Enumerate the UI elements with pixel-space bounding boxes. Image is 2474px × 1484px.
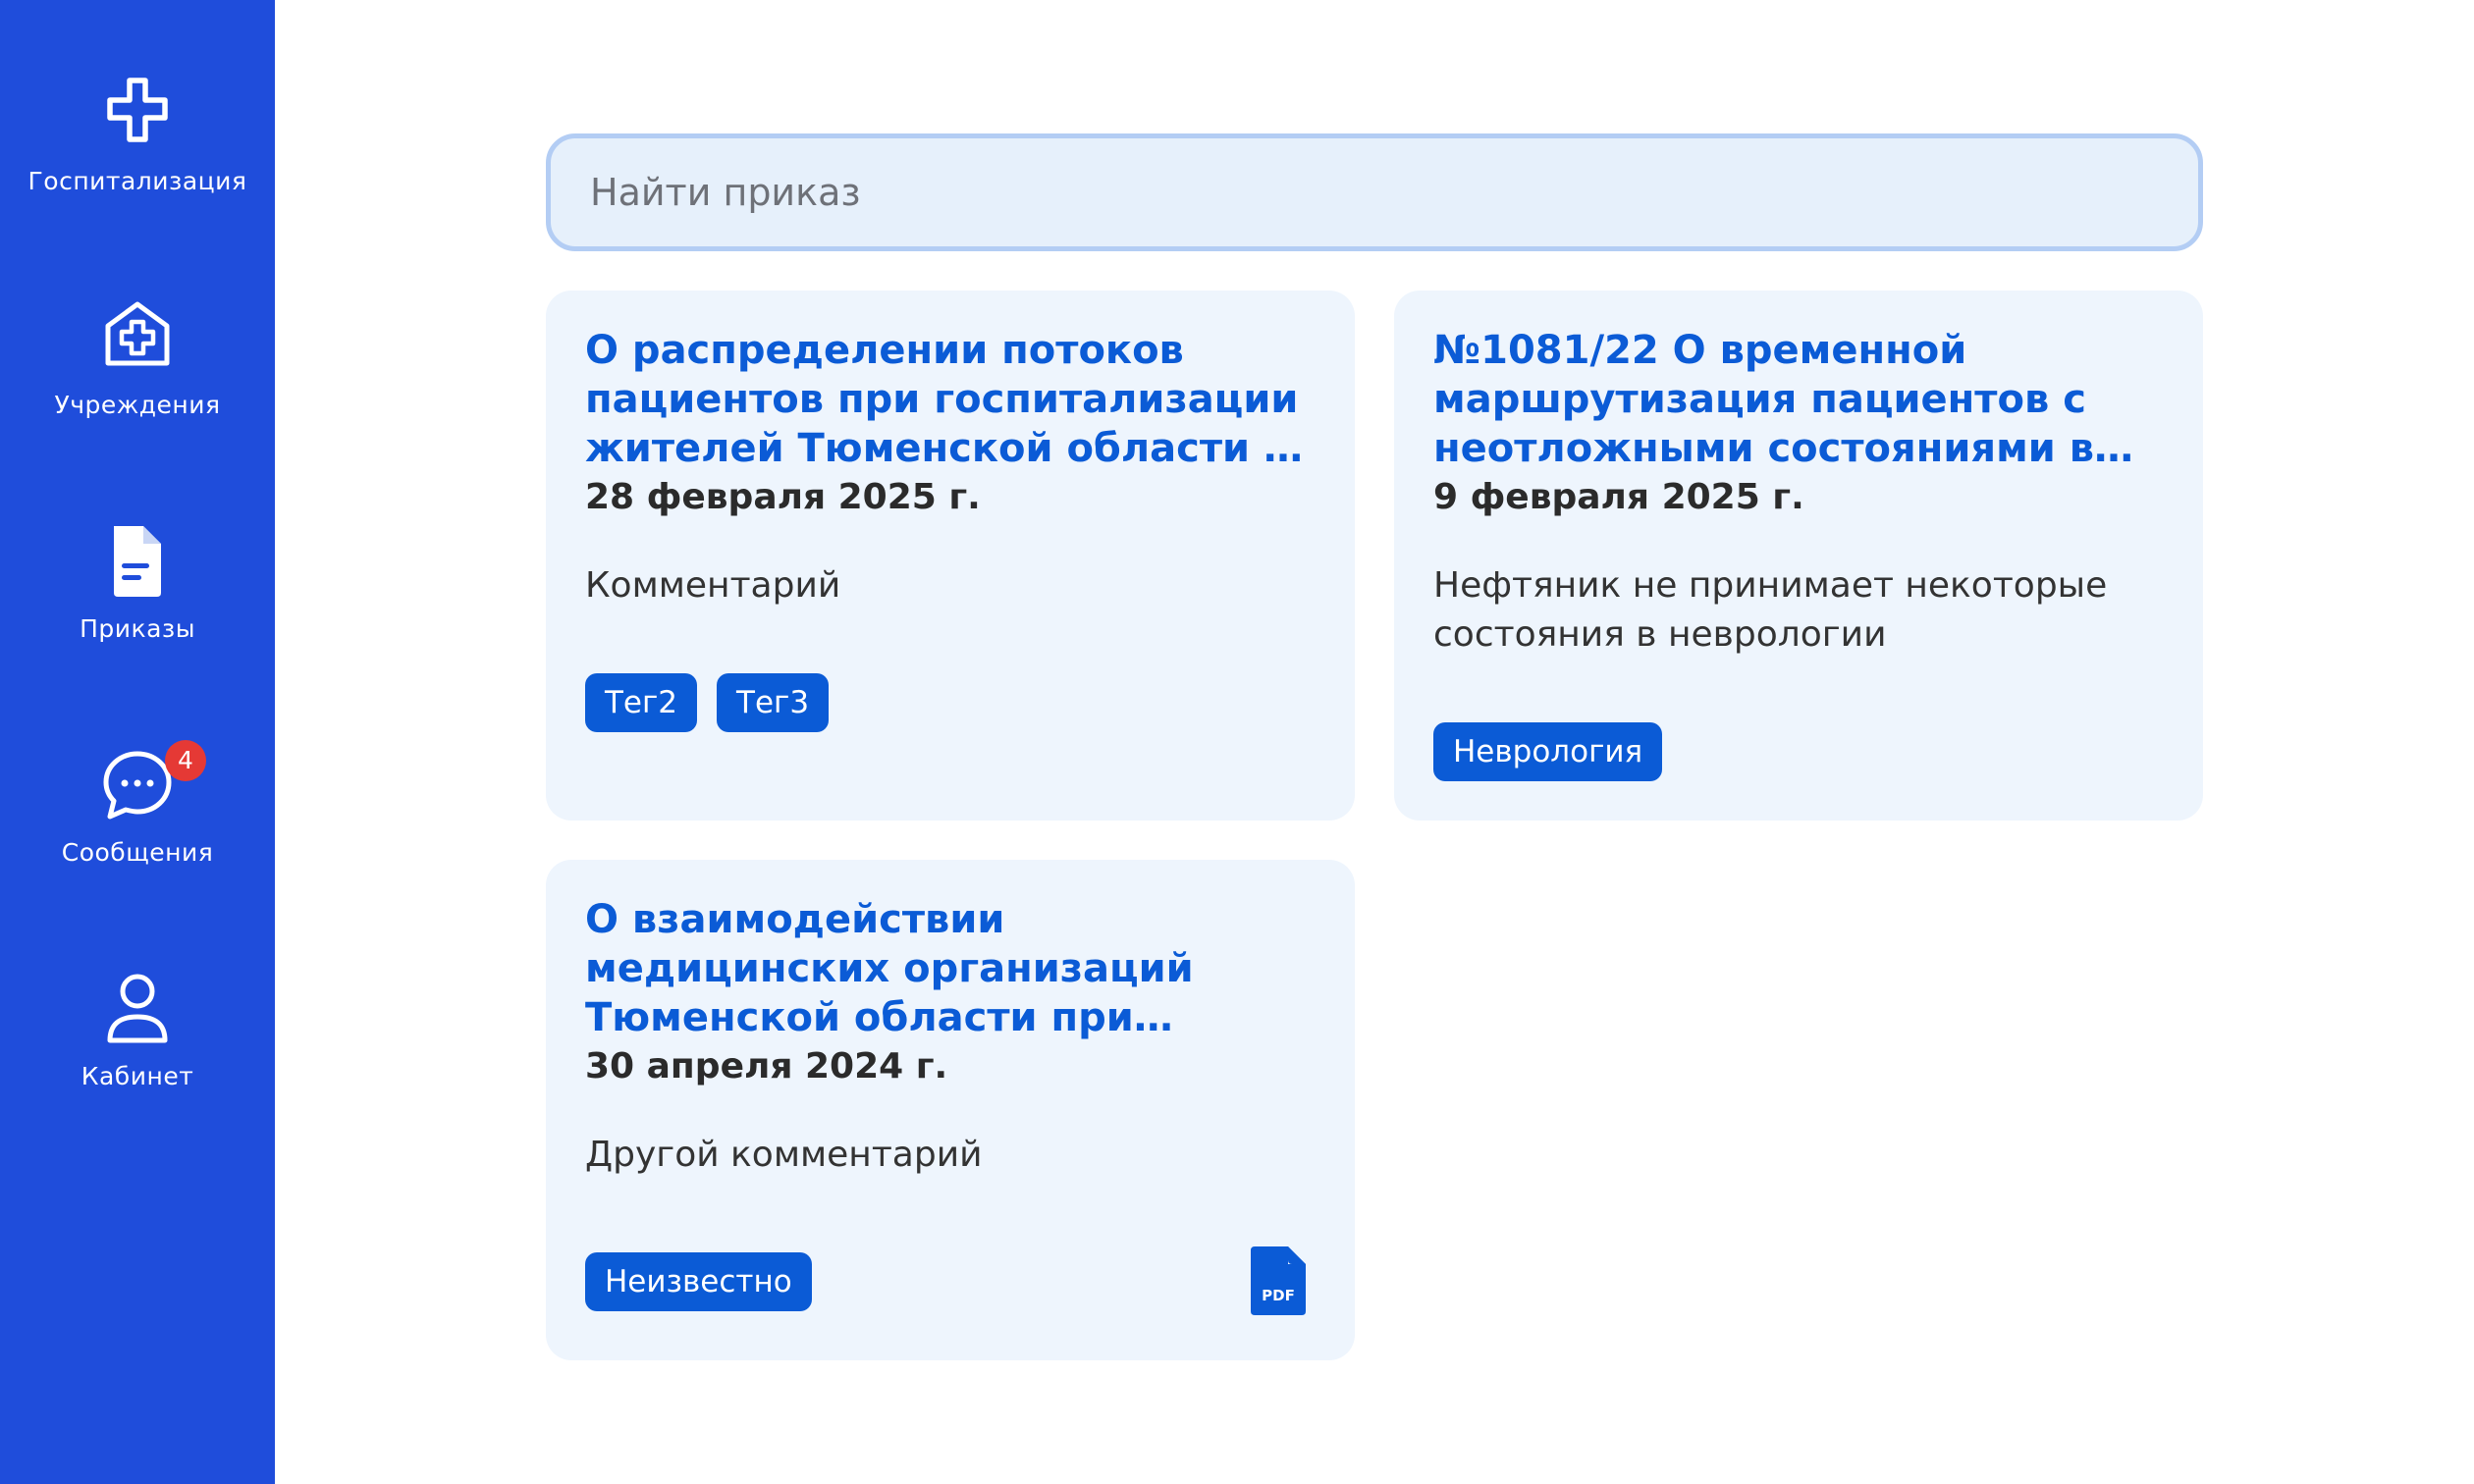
- order-date: 9 февраля 2025 г.: [1433, 477, 1804, 517]
- search-input[interactable]: [546, 133, 2203, 251]
- chat-icon: 4: [98, 740, 206, 824]
- sidebar-item-label: Приказы: [80, 614, 195, 643]
- tag-list: Тег2 Тег3: [585, 673, 830, 732]
- tag-list: Неизвестно: [585, 1252, 812, 1311]
- order-card[interactable]: О взаимодействии медицинских организаций…: [546, 860, 1355, 1360]
- sidebar-item-orders[interactable]: Приказы: [0, 522, 275, 679]
- document-icon: [98, 522, 177, 601]
- order-card[interactable]: О распределении потоков пациентов при го…: [546, 291, 1355, 821]
- order-date: 28 февраля 2025 г.: [585, 477, 981, 517]
- order-card[interactable]: №1081/22 О временной маршрутизация пацие…: [1394, 291, 2203, 821]
- sidebar-item-label: Учреждения: [54, 391, 221, 419]
- medical-cross-icon: [98, 75, 177, 153]
- tag[interactable]: Неврология: [1433, 722, 1663, 781]
- pdf-label: PDF: [1262, 1287, 1295, 1304]
- sidebar-item-label: Госпитализация: [27, 167, 247, 195]
- order-title[interactable]: №1081/22 О временной маршрутизация пацие…: [1433, 326, 2166, 473]
- sidebar-item-institutions[interactable]: Учреждения: [0, 298, 275, 455]
- sidebar-item-cabinet[interactable]: Кабинет: [0, 970, 275, 1127]
- order-comment: Другой комментарий: [585, 1135, 983, 1175]
- sidebar-item-hospitalization[interactable]: Госпитализация: [0, 75, 275, 232]
- sidebar: Госпитализация Учреждения Приказы 4 Сооб…: [0, 0, 275, 1484]
- unread-badge: 4: [165, 740, 206, 781]
- tag-list: Неврология: [1433, 722, 1663, 781]
- sidebar-item-messages[interactable]: 4 Сообщения: [0, 740, 275, 903]
- order-comment: Нефтяник не принимает некоторые состояни…: [1433, 565, 2108, 655]
- order-comment: Комментарий: [585, 565, 841, 606]
- sidebar-item-label: Кабинет: [81, 1062, 194, 1090]
- tag[interactable]: Тег2: [585, 673, 698, 732]
- order-title[interactable]: О распределении потоков пациентов при го…: [585, 326, 1318, 473]
- tag[interactable]: Неизвестно: [585, 1252, 812, 1311]
- pdf-file-icon[interactable]: PDF: [1251, 1246, 1306, 1315]
- tag[interactable]: Тег3: [717, 673, 830, 732]
- sidebar-item-label: Сообщения: [61, 838, 214, 867]
- hospital-icon: [98, 298, 177, 377]
- order-date: 30 апреля 2024 г.: [585, 1046, 948, 1086]
- user-icon: [98, 970, 177, 1048]
- order-title[interactable]: О взаимодействии медицинских организаций…: [585, 895, 1318, 1042]
